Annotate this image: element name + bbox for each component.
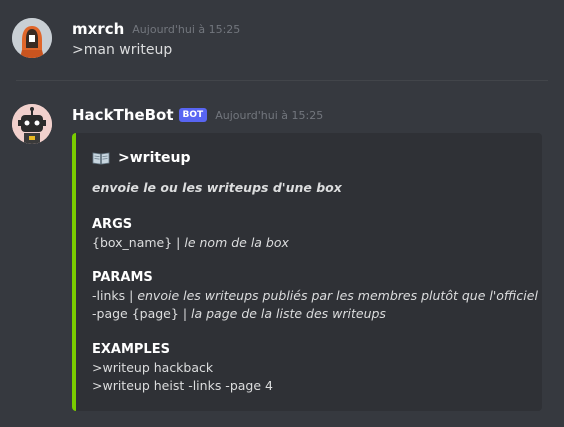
bot-badge: BOT — [178, 108, 208, 122]
separator: | — [178, 306, 192, 321]
robot-icon — [12, 104, 52, 144]
chat-messages: mxrch Aujourd'hui à 15:25 >man writeup H… — [0, 0, 564, 427]
embed-description: envoie le ou les writeups d'une box — [92, 180, 342, 195]
separator: | — [125, 288, 138, 303]
embed-field-args: ARGS {box_name} | le nom de la box — [92, 216, 289, 252]
embed-field-examples: EXAMPLES >writeup hackback >writeup heis… — [92, 341, 273, 395]
embed-title-text: >writeup — [118, 150, 191, 166]
param-name: -page {page} — [92, 306, 179, 321]
message-header: HackTheBot BOT Aujourd'hui à 15:25 — [72, 106, 323, 124]
param-name: -links — [92, 288, 126, 303]
embed-title: >writeup — [92, 150, 191, 166]
hooded-figure-icon — [12, 18, 52, 58]
arg-name: {box_name} — [92, 235, 173, 250]
field-name: PARAMS — [92, 270, 153, 285]
embed-card: >writeup envoie le ou les writeups d'une… — [72, 133, 542, 411]
field-name: ARGS — [92, 217, 133, 232]
avatar-hackthebot[interactable] — [12, 104, 52, 144]
param-description: la page de la liste des writeups — [191, 306, 386, 321]
username[interactable]: HackTheBot — [72, 106, 174, 124]
separator: | — [172, 235, 185, 250]
message-content: >man writeup — [72, 42, 173, 58]
timestamp: Aujourd'hui à 15:25 — [132, 22, 241, 36]
arg-description: le nom de la box — [184, 235, 289, 250]
example-line: >writeup heist -links -page 4 — [92, 378, 273, 393]
message-header: mxrch Aujourd'hui à 15:25 — [72, 20, 240, 38]
field-line: -page {page} | la page de la liste des w… — [92, 305, 538, 323]
param-description: envoie les writeups publiés par les memb… — [137, 288, 538, 303]
example-line: >writeup hackback — [92, 360, 214, 375]
open-book-icon — [92, 152, 110, 165]
field-line: -links | envoie les writeups publiés par… — [92, 287, 538, 305]
field-name: EXAMPLES — [92, 342, 170, 357]
avatar-mxrch[interactable] — [12, 18, 52, 58]
field-line: {box_name} | le nom de la box — [92, 234, 289, 252]
message-divider — [16, 80, 548, 81]
username[interactable]: mxrch — [72, 20, 124, 38]
embed-field-params: PARAMS -links | envoie les writeups publ… — [92, 269, 538, 323]
timestamp: Aujourd'hui à 15:25 — [215, 108, 324, 122]
